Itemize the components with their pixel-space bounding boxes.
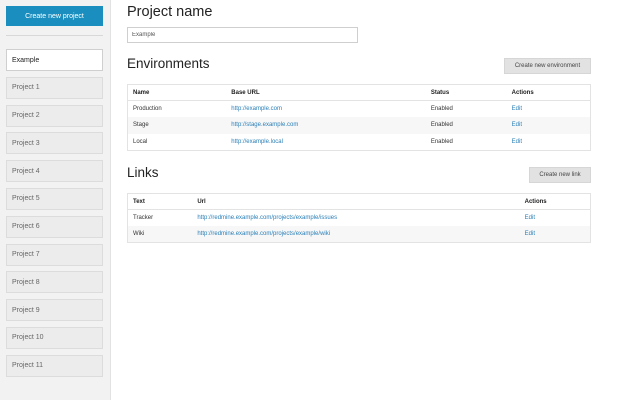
environment-name: Local <box>133 138 148 145</box>
column-header-text: Text <box>127 193 193 210</box>
column-header-actions: Actions <box>506 84 591 101</box>
environment-url-link[interactable]: http://stage.example.com <box>231 122 298 128</box>
page-title: Project name <box>127 4 213 20</box>
sidebar-item-project-2[interactable]: Project 2 <box>6 104 103 127</box>
table-header-row: Text Url Actions <box>127 193 591 210</box>
column-header-url: Url <box>192 193 520 210</box>
sidebar-item-example[interactable]: Example <box>6 49 103 71</box>
sidebar-item-project-7[interactable]: Project 7 <box>6 243 103 266</box>
create-environment-button[interactable]: Create new environment <box>504 58 591 74</box>
column-header-base-url: Base URL <box>226 84 426 101</box>
table-row: Stage http://stage.example.com Enabled E… <box>127 117 591 134</box>
sidebar-item-project-11[interactable]: Project 11 <box>6 354 103 377</box>
sidebar-item-project-3[interactable]: Project 3 <box>6 132 103 155</box>
sidebar-item-project-4[interactable]: Project 4 <box>6 160 103 183</box>
sidebar: Create new project Example Project 1 Pro… <box>0 0 111 400</box>
environment-url-link[interactable]: http://example.com <box>231 106 282 112</box>
column-header-actions: Actions <box>519 193 591 210</box>
links-title: Links <box>127 165 159 180</box>
environment-url-link[interactable]: http://example.local <box>231 139 283 145</box>
environment-name: Stage <box>127 117 227 134</box>
sidebar-divider <box>6 35 103 36</box>
environments-table: Name Base URL Status Actions Production … <box>127 84 591 151</box>
edit-link[interactable]: Edit <box>512 122 522 128</box>
sidebar-item-project-9[interactable]: Project 9 <box>6 299 103 322</box>
sidebar-item-project-8[interactable]: Project 8 <box>6 271 103 294</box>
environment-status: Enabled <box>425 117 507 134</box>
edit-link[interactable]: Edit <box>512 139 522 145</box>
table-header-row: Name Base URL Status Actions <box>127 84 591 101</box>
project-name-input[interactable] <box>127 27 358 43</box>
links-table: Text Url Actions Tracker http://redmine.… <box>127 193 591 243</box>
edit-link[interactable]: Edit <box>525 231 535 237</box>
link-url[interactable]: http://redmine.example.com/projects/exam… <box>197 231 330 237</box>
link-text: Tracker <box>133 215 154 221</box>
environments-title: Environments <box>127 56 210 71</box>
table-row: Wiki http://redmine.example.com/projects… <box>127 226 591 243</box>
environment-status: Enabled <box>430 138 453 145</box>
link-text: Wiki <box>127 226 193 243</box>
edit-link[interactable]: Edit <box>525 215 535 221</box>
column-header-name: Name <box>127 84 227 101</box>
create-link-button[interactable]: Create new link <box>529 167 591 183</box>
sidebar-item-project-6[interactable]: Project 6 <box>6 215 103 238</box>
environment-status: Enabled <box>430 106 453 112</box>
edit-link[interactable]: Edit <box>512 106 522 112</box>
table-row: Tracker http://redmine.example.com/proje… <box>128 210 591 227</box>
project-list: Example Project 1 Project 2 Project 3 Pr… <box>6 49 103 383</box>
create-project-button[interactable]: Create new project <box>6 6 103 26</box>
sidebar-item-project-1[interactable]: Project 1 <box>6 76 103 99</box>
table-row: Production http://example.com Enabled Ed… <box>128 101 591 118</box>
column-header-status: Status <box>425 84 507 101</box>
sidebar-item-project-10[interactable]: Project 10 <box>6 326 103 349</box>
link-url[interactable]: http://redmine.example.com/projects/exam… <box>197 215 337 221</box>
environment-name: Production <box>133 106 162 112</box>
table-row: Local http://example.local Enabled Edit <box>128 134 591 151</box>
sidebar-item-project-5[interactable]: Project 5 <box>6 187 103 210</box>
